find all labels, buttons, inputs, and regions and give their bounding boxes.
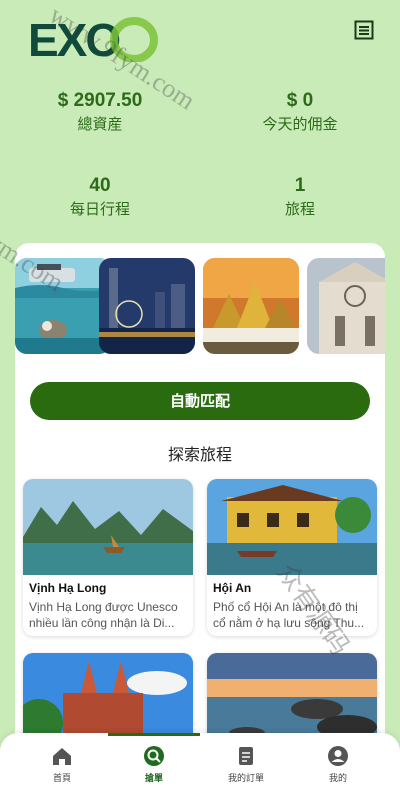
carousel-image-temple[interactable]	[203, 258, 299, 354]
header: EXO	[0, 0, 400, 62]
destination-name: Hội An	[213, 581, 252, 595]
total-assets-stat: $ 2907.50 總資産	[0, 90, 200, 134]
nav-label: 我的訂單	[227, 774, 264, 784]
nav-grab-order[interactable]: 搶單	[104, 745, 204, 784]
carousel-image-underwater[interactable]	[15, 258, 111, 354]
destination-photo-hoi-an	[207, 479, 377, 575]
explore-title: 探索旅程	[167, 445, 232, 464]
destination-photo-ha-long	[23, 479, 193, 575]
destination-desc: Phố cổ Hội An là một đô thị cổ nằm ở hạ …	[213, 600, 365, 630]
nav-label: 首頁	[52, 774, 71, 784]
orders-icon	[239, 747, 253, 765]
stat-label: 今天的佣金	[262, 115, 338, 133]
carousel-image-city[interactable]	[99, 258, 195, 354]
destination-card[interactable]: Vịnh Hạ Long Vịnh Hạ Long được Unesco nh…	[23, 479, 193, 636]
nav-orders[interactable]: 我的訂單	[196, 745, 296, 784]
image-carousel[interactable]	[15, 258, 385, 354]
daily-trips-stat: 40 每日行程	[0, 175, 200, 219]
stat-value: 40	[89, 175, 111, 196]
home-icon	[53, 748, 71, 765]
carousel-image-cathedral[interactable]	[307, 258, 385, 354]
nav-label: 我的	[328, 774, 347, 784]
nav-home[interactable]: 首頁	[12, 745, 112, 784]
exo-logo: EXO	[28, 16, 158, 62]
menu-list-icon[interactable]	[354, 20, 374, 40]
main-card: 自動匹配 探索旅程 Vịnh Hạ Long Vịnh Hạ Long được…	[15, 243, 385, 763]
trips-stat: 1 旅程	[200, 175, 400, 219]
profile-icon	[328, 746, 348, 766]
search-icon	[144, 746, 164, 766]
stat-value: $ 0	[286, 90, 314, 111]
today-commission-stat: $ 0 今天的佣金	[200, 90, 400, 134]
svg-text:EXO: EXO	[28, 16, 119, 62]
stat-value: $ 2907.50	[57, 90, 143, 111]
destination-desc: Vịnh Hạ Long được Unesco nhiều lần công …	[29, 600, 178, 630]
stat-label: 總資産	[77, 115, 123, 133]
destination-name: Vịnh Hạ Long	[29, 581, 107, 595]
stat-label: 旅程	[284, 200, 315, 218]
nav-label: 搶單	[144, 774, 163, 784]
nav-profile[interactable]: 我的	[288, 745, 388, 784]
bottom-nav: 首頁 搶單 我的訂單 我的	[0, 733, 400, 800]
active-tab-indicator	[108, 733, 200, 736]
destination-card[interactable]: Hội An Phố cổ Hội An là một đô thị cổ nằ…	[207, 479, 377, 636]
stat-value: 1	[294, 175, 306, 196]
stat-label: 每日行程	[69, 200, 130, 218]
auto-match-button[interactable]: 自動匹配	[30, 382, 370, 420]
